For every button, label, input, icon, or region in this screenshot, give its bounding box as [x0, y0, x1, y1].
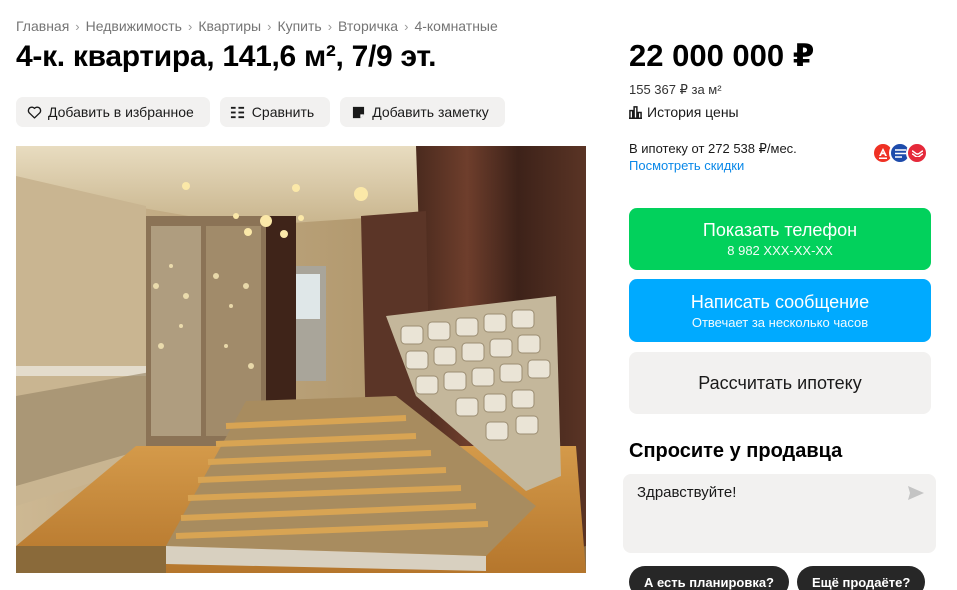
add-to-favorites-label: Добавить в избранное — [48, 104, 194, 120]
calculate-mortgage-button[interactable]: Рассчитать ипотеку — [629, 352, 931, 414]
breadcrumb-realty[interactable]: Недвижимость — [86, 18, 182, 34]
response-time: Отвечает за несколько часов — [691, 314, 869, 330]
breadcrumb-home[interactable]: Главная — [16, 18, 69, 34]
show-phone-button[interactable]: Показать телефон 8 982 XXX-XX-XX — [629, 208, 931, 270]
price-per-m2: 155 367 ₽ за м² — [629, 82, 722, 97]
breadcrumb-secondary[interactable]: Вторичка — [338, 18, 398, 34]
add-note-button[interactable]: Добавить заметку — [340, 97, 505, 127]
breadcrumb-4-rooms[interactable]: 4-комнатные — [414, 18, 497, 34]
compare-label: Сравнить — [251, 104, 315, 120]
show-phone-label: Показать телефон — [702, 220, 858, 240]
add-note-label: Добавить заметку — [372, 104, 489, 120]
bar-chart-icon — [629, 105, 642, 119]
ask-seller-box — [623, 474, 936, 553]
write-message-button[interactable]: Написать сообщение Отвечает за несколько… — [629, 279, 931, 342]
price-history-link[interactable]: История цены — [629, 104, 739, 120]
note-icon — [350, 104, 366, 120]
send-icon[interactable] — [908, 486, 924, 505]
discounts-link[interactable]: Посмотреть скидки — [629, 157, 797, 174]
quick-questions: А есть планировка? Ещё продаёте? — [629, 566, 926, 590]
breadcrumb-buy[interactable]: Купить — [277, 18, 321, 34]
price-total: 22 000 000 ₽ — [629, 38, 815, 73]
breadcrumb: Главная › Недвижимость › Квартиры › Купить ›… — [16, 18, 498, 34]
mortgage-info: В ипотеку от 272 538 ₽/мес. Посмотреть с… — [629, 140, 797, 174]
ask-seller-title: Спросите у продавца — [629, 440, 843, 462]
breadcrumb-apartments[interactable]: Квартиры — [198, 18, 261, 34]
mortgage-text: В ипотеку от 272 538 ₽/мес. — [629, 141, 797, 156]
write-message-label: Написать сообщение — [690, 291, 870, 312]
chevron-right-icon: › — [267, 18, 272, 34]
chip-still-selling[interactable]: Ещё продаёте? — [797, 566, 926, 590]
compare-icon — [230, 104, 246, 120]
chevron-right-icon: › — [75, 18, 80, 34]
listing-photo[interactable] — [16, 146, 586, 573]
chevron-right-icon: › — [327, 18, 333, 34]
bedroom-photo — [16, 146, 586, 573]
chevron-right-icon: › — [404, 18, 409, 34]
chevron-right-icon: › — [187, 18, 193, 34]
listing-actions: Добавить в избранное Сравнить Добавить з… — [16, 97, 505, 127]
bank-logos[interactable] — [872, 142, 928, 164]
calculate-mortgage-label: Рассчитать ипотеку — [698, 372, 862, 393]
heart-icon — [26, 104, 42, 120]
phone-number-masked: 8 982 XXX-XX-XX — [727, 243, 833, 258]
compare-button[interactable]: Сравнить — [219, 97, 331, 127]
bank-wave-icon — [906, 142, 928, 164]
add-to-favorites-button[interactable]: Добавить в избранное — [16, 97, 210, 127]
page-title: 4-к. квартира, 141,6 м², 7/9 эт. — [16, 40, 437, 73]
chip-floor-plan[interactable]: А есть планировка? — [629, 566, 789, 590]
message-input[interactable] — [637, 484, 887, 542]
price-history-label: История цены — [647, 104, 739, 120]
